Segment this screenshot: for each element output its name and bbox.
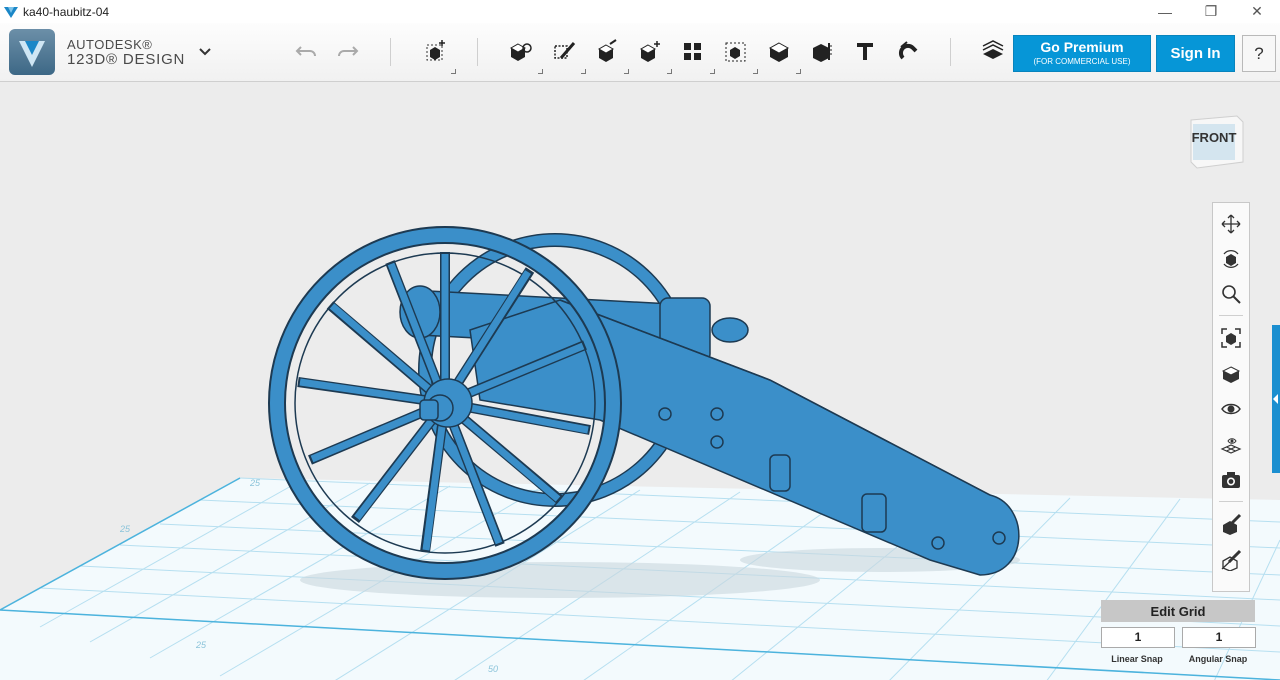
- transform-icon[interactable]: [635, 36, 665, 66]
- grid-label: 25: [195, 640, 207, 650]
- redo-icon[interactable]: [333, 36, 363, 66]
- text-icon[interactable]: [850, 36, 880, 66]
- grid-label: 25: [119, 524, 131, 534]
- snap-icon[interactable]: [893, 36, 923, 66]
- combine-icon[interactable]: [764, 36, 794, 66]
- fit-view-icon[interactable]: [1218, 325, 1244, 351]
- minimize-button[interactable]: —: [1142, 0, 1188, 23]
- camera-icon[interactable]: [1218, 467, 1244, 493]
- grid-visibility-icon[interactable]: [1218, 431, 1244, 457]
- edit-grid-button[interactable]: Edit Grid: [1101, 600, 1255, 622]
- title-bar: ka40-haubitz-04 — ❐ ✕: [0, 0, 1280, 23]
- chevron-down-icon[interactable]: [196, 43, 214, 61]
- construct-icon[interactable]: [549, 36, 579, 66]
- linear-snap-input[interactable]: 1: [1101, 627, 1175, 648]
- material-icon[interactable]: [978, 36, 1008, 66]
- sign-in-button[interactable]: Sign In: [1156, 35, 1235, 72]
- primitives-icon[interactable]: [420, 36, 450, 66]
- help-button[interactable]: ?: [1242, 35, 1276, 72]
- measure-icon[interactable]: [807, 36, 837, 66]
- brand-name: AUTODESK® 123D® DESIGN: [67, 37, 186, 68]
- maximize-button[interactable]: ❐: [1188, 0, 1234, 23]
- pattern-icon[interactable]: [678, 36, 708, 66]
- orbit-icon[interactable]: [1218, 246, 1244, 272]
- undo-icon[interactable]: [291, 36, 321, 66]
- 3d-viewport[interactable]: 25 25 50 25 FRONT: [0, 82, 1280, 680]
- show-materials-icon[interactable]: [1218, 511, 1244, 537]
- pan-icon[interactable]: [1218, 211, 1244, 237]
- navigation-bar: [1212, 202, 1250, 592]
- app-menu-logo-icon[interactable]: [9, 29, 55, 75]
- angular-snap-label: Angular Snap: [1188, 654, 1248, 664]
- main-toolbar: AUTODESK® 123D® DESIGN Go Premium (FOR C…: [0, 23, 1280, 82]
- view-mode-icon[interactable]: [1218, 361, 1244, 387]
- group-icon[interactable]: [721, 36, 751, 66]
- chevron-left-icon: [1273, 394, 1278, 404]
- grid-label: 50: [488, 664, 498, 674]
- view-cube-face-label: FRONT: [1191, 130, 1237, 145]
- hide-materials-icon[interactable]: [1218, 547, 1244, 573]
- grid-label: 25: [249, 478, 261, 488]
- scene-canvas[interactable]: 25 25 50 25: [0, 82, 1280, 680]
- zoom-icon[interactable]: [1218, 281, 1244, 307]
- close-button[interactable]: ✕: [1234, 0, 1280, 23]
- sketch-icon[interactable]: [505, 36, 535, 66]
- linear-snap-label: Linear Snap: [1111, 654, 1163, 664]
- app-logo-icon: [4, 6, 18, 18]
- view-cube[interactable]: FRONT: [1185, 110, 1245, 170]
- go-premium-button[interactable]: Go Premium (FOR COMMERCIAL USE): [1013, 35, 1151, 72]
- modify-icon[interactable]: [592, 36, 622, 66]
- window-title: ka40-haubitz-04: [23, 4, 110, 19]
- angular-snap-input[interactable]: 1: [1182, 627, 1256, 648]
- eye-icon[interactable]: [1218, 396, 1244, 422]
